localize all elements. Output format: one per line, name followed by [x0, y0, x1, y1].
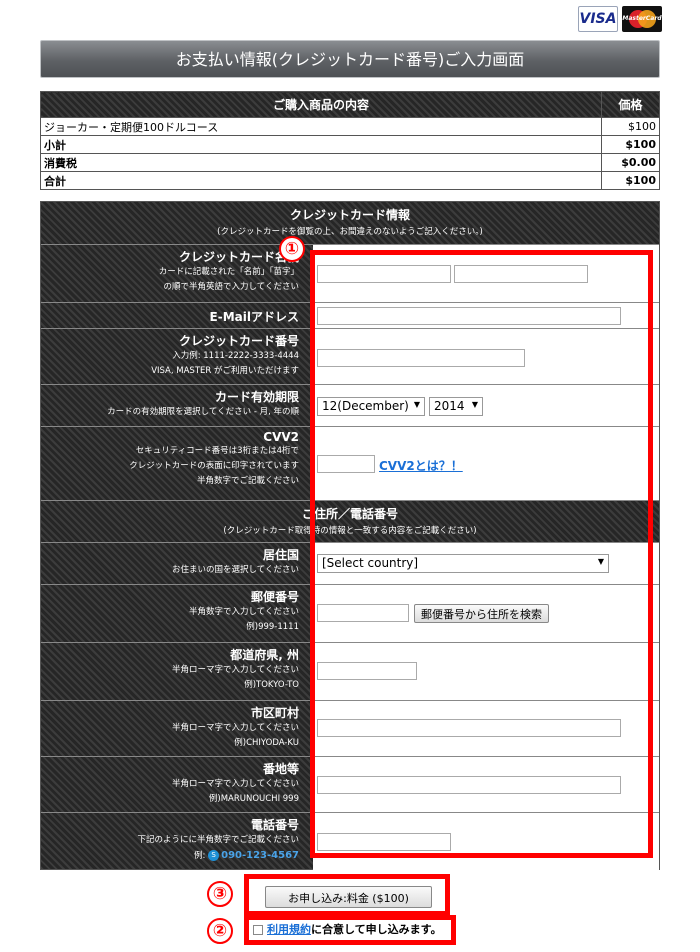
- expiry-title: カード有効期限: [214, 390, 299, 404]
- table-row: ジョーカー・定期便100ドルコース $100: [40, 117, 660, 136]
- phone-example: 例: S 090-123-4567: [41, 848, 299, 864]
- card-section-subtitle: (クレジットカードを御覧の上、お間違えのないようご記入ください。): [217, 227, 483, 237]
- card-name-help2: の順で半角英語で入力してください: [163, 282, 300, 292]
- product-header-price: 価格: [601, 91, 660, 118]
- annotation-number-3: ③: [207, 881, 233, 907]
- subtotal-price: $100: [601, 135, 660, 154]
- email-label: E-Mailアドレス: [41, 303, 313, 328]
- card-number-title: クレジットカード番号: [178, 334, 299, 348]
- card-name-title: クレジットカード名義: [178, 250, 299, 264]
- annotation-box-1: [310, 250, 653, 858]
- phone-help1: 下記のようにに半角数字でご記載ください: [137, 835, 299, 845]
- visa-logo: VISA: [578, 6, 618, 32]
- phone-example-prefix: 例:: [194, 851, 206, 861]
- card-name-label: クレジットカード名義 カードに記載された「名前」「苗字」 の順で半角英語で入力し…: [41, 245, 313, 302]
- city-help2: 例)CHIYODA-KU: [234, 738, 299, 748]
- zip-title: 郵便番号: [250, 590, 299, 604]
- table-row: 合計 $100: [40, 171, 660, 190]
- product-label: ジョーカー・定期便100ドルコース: [40, 117, 602, 136]
- card-number-help2: VISA, MASTER がご利用いただけます: [151, 366, 299, 376]
- street-title: 番地等: [262, 762, 299, 776]
- country-help1: お住まいの国を選択してください: [172, 565, 299, 575]
- table-row: 消費税 $0.00: [40, 153, 660, 172]
- total-price: $100: [601, 171, 660, 190]
- tax-label: 消費税: [40, 153, 602, 172]
- city-label: 市区町村 半角ローマ字で入力してください 例)CHIYODA-KU: [41, 701, 313, 756]
- annotation-number-2: ②: [207, 918, 233, 944]
- tax-price: $0.00: [601, 153, 660, 172]
- card-section-header: クレジットカード情報 (クレジットカードを御覧の上、お間違えのないようご記入くだ…: [41, 202, 659, 244]
- state-label: 都道府県, 州 半角ローマ字で入力してください 例)TOKYO-TO: [41, 643, 313, 700]
- phone-title: 電話番号: [250, 818, 299, 832]
- product-price: $100: [601, 117, 660, 136]
- zip-help1: 半角数字で入力してください: [189, 607, 299, 617]
- total-label: 合計: [40, 171, 602, 190]
- mastercard-logo: MasterCard: [622, 6, 662, 32]
- page-title: お支払い情報(クレジットカード番号)ご入力画面: [40, 40, 660, 78]
- cvv-label: CVV2 セキュリティコード番号は3桁または4桁で クレジットカードの表面に印字…: [41, 427, 313, 500]
- card-name-help1: カードに記載された「名前」「苗字」: [158, 267, 299, 277]
- skype-icon: S: [208, 850, 220, 861]
- email-title: E-Mailアドレス: [209, 310, 299, 324]
- phone-label: 電話番号 下記のようにに半角数字でご記載ください 例: S 090-123-456…: [41, 813, 313, 870]
- annotation-number-1: ①: [279, 236, 305, 262]
- zip-help2: 例)999-1111: [246, 622, 299, 632]
- phone-example-number[interactable]: 090-123-4567: [221, 850, 299, 861]
- city-help1: 半角ローマ字で入力してください: [172, 723, 299, 733]
- street-help1: 半角ローマ字で入力してください: [172, 779, 299, 789]
- card-number-help1: 入力例: 1111-2222-3333-4444: [172, 351, 299, 361]
- cvv-help1: セキュリティコード番号は3桁または4桁で: [135, 446, 299, 456]
- card-logos: VISA MasterCard: [578, 6, 662, 34]
- cvv-title: CVV2: [263, 430, 299, 444]
- expiry-help1: カードの有効期限を選択してください - 月, 年の順: [107, 407, 299, 417]
- state-title: 都道府県, 州: [230, 648, 299, 662]
- street-help2: 例)MARUNOUCHI 999: [208, 794, 299, 804]
- state-help1: 半角ローマ字で入力してください: [172, 665, 299, 675]
- street-label: 番地等 半角ローマ字で入力してください 例)MARUNOUCHI 999: [41, 757, 313, 812]
- card-section-title: クレジットカード情報: [289, 208, 410, 222]
- subtotal-label: 小計: [40, 135, 602, 154]
- cvv-help3: 半角数字でご記載ください: [196, 476, 299, 486]
- state-help2: 例)TOKYO-TO: [244, 680, 299, 690]
- country-title: 居住国: [262, 548, 299, 562]
- product-table: ご購入商品の内容 価格 ジョーカー・定期便100ドルコース $100 小計 $1…: [40, 91, 660, 190]
- annotation-box-2: [244, 915, 456, 945]
- cvv-help2: クレジットカードの表面に印字されています: [129, 461, 299, 471]
- country-label: 居住国 お住まいの国を選択してください: [41, 543, 313, 584]
- city-title: 市区町村: [250, 706, 299, 720]
- table-row: 小計 $100: [40, 135, 660, 154]
- expiry-label: カード有効期限 カードの有効期限を選択してください - 月, 年の順: [41, 385, 313, 426]
- product-header-item: ご購入商品の内容: [40, 91, 602, 118]
- card-number-label: クレジットカード番号 入力例: 1111-2222-3333-4444 VISA…: [41, 329, 313, 384]
- zip-label: 郵便番号 半角数字で入力してください 例)999-1111: [41, 585, 313, 642]
- annotation-box-3: [244, 874, 450, 916]
